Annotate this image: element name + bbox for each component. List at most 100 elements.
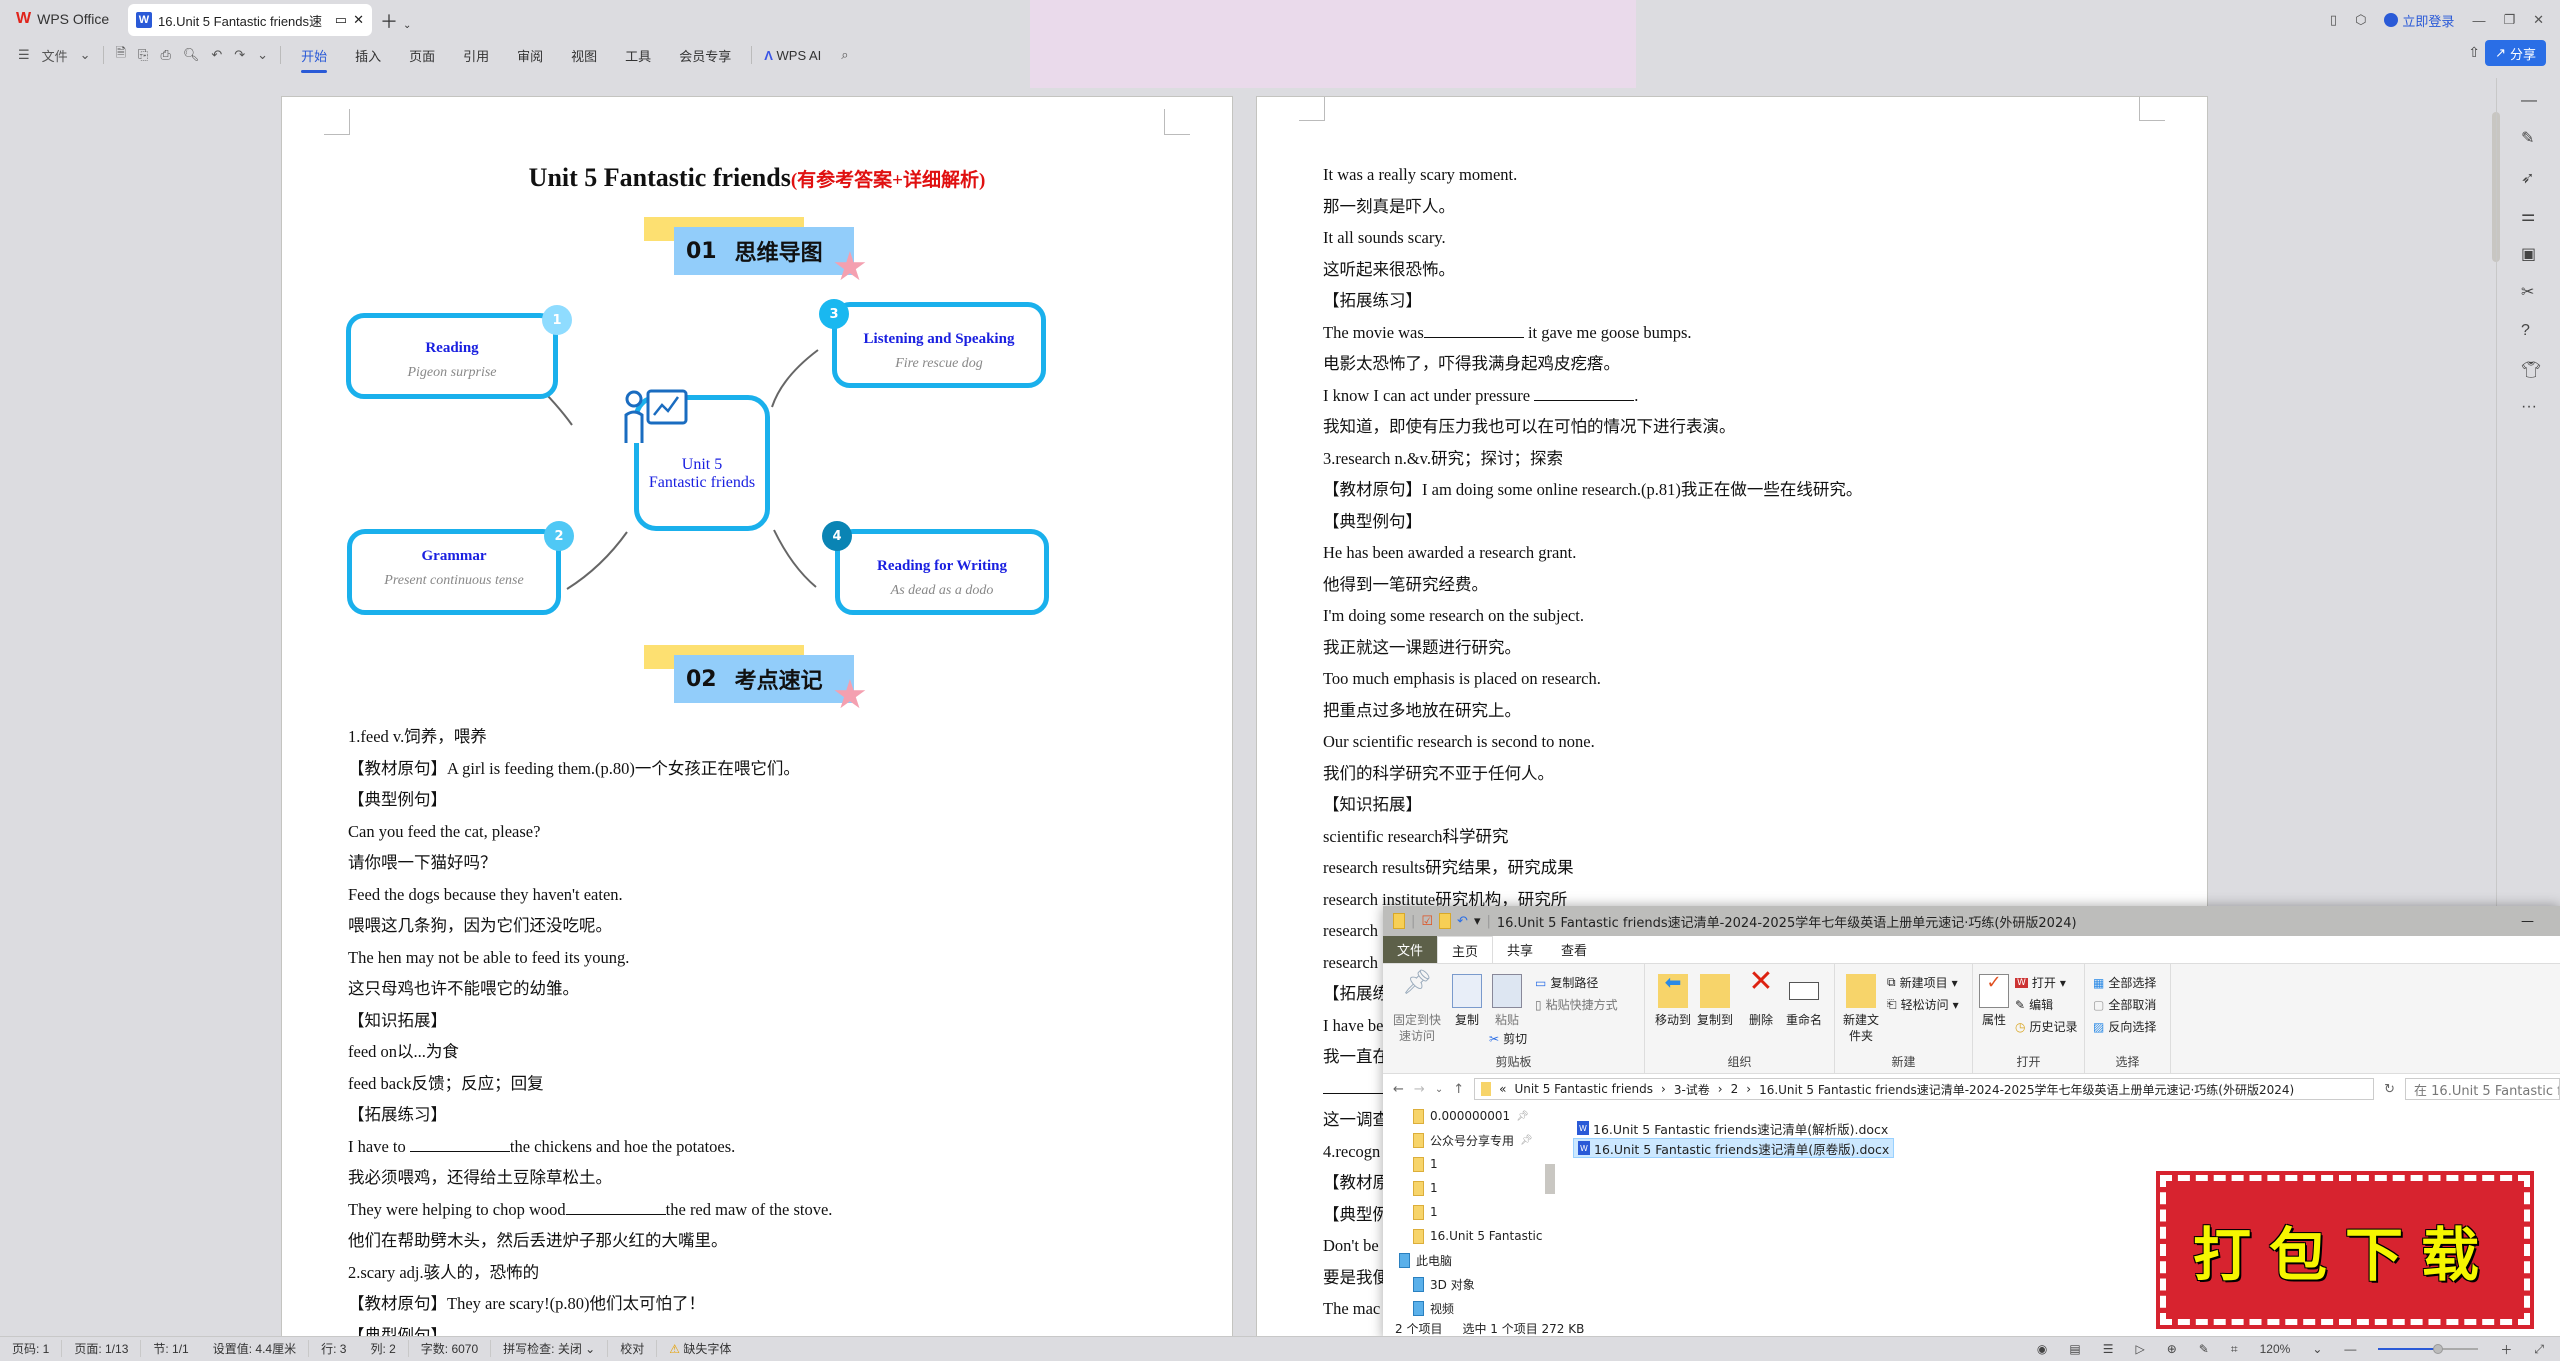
cut-button[interactable]: ✂ 剪切 [1489,1030,1527,1047]
fullscreen-icon[interactable]: ⤢ [2534,1342,2544,1357]
menu-tab-page[interactable]: 页面 [395,46,449,65]
refresh-button[interactable]: ↻ [2384,1082,2395,1097]
new-folder-quick-icon[interactable] [1439,913,1452,929]
login-button[interactable]: 立即登录 [2384,11,2454,30]
cursor-icon[interactable]: ➶ [2521,168,2534,188]
status-page-number[interactable]: 页码: 1 [0,1340,63,1357]
print-preview-icon[interactable]: 🔍︎ [177,47,206,63]
paste-button[interactable]: 粘贴 [1489,974,1525,1028]
pen-icon[interactable]: ✎ [2521,128,2534,148]
play-icon[interactable]: ▷ [2135,1342,2144,1356]
cloud-upload-icon[interactable]: ⇧ [2468,44,2480,61]
layout-icon[interactable]: ▯ [2330,12,2337,28]
pin-quick-access-button[interactable]: 📌︎ 固定到快速访问 [1389,970,1445,1044]
help-icon[interactable]: ? [2521,322,2530,340]
hamburger-icon[interactable]: ☰ [0,47,36,63]
search-input[interactable]: 在 16.Unit 5 Fantastic friends... [2405,1078,2560,1100]
status-row[interactable]: 行: 3 [309,1340,358,1357]
edit-button[interactable]: ✎ 编辑 [2015,996,2053,1013]
spell-check-toggle[interactable]: 拼写检查: 关闭 ⌄ [491,1340,609,1357]
properties-button[interactable]: ✓ 属性 [1979,974,2009,1028]
zoom-out-button[interactable]: — [2344,1342,2356,1356]
tab-home[interactable]: 主页 [1437,936,1494,963]
back-button[interactable]: ← [1393,1082,1404,1097]
menu-tab-view[interactable]: 视图 [557,46,611,65]
forward-button[interactable]: → [1414,1082,1425,1097]
properties-quick-icon[interactable]: ☑ [1421,914,1433,929]
breadcrumb-item[interactable]: Unit 5 Fantastic friends [1514,1082,1653,1096]
collapse-icon[interactable]: — [2521,92,2537,110]
copy-path-button[interactable]: ▭ 复制路径 [1535,974,1598,991]
eye-protection-icon[interactable]: ◉ [2037,1342,2047,1356]
breadcrumb-item[interactable]: 16.Unit 5 Fantastic friends速记清单-2024-202… [1759,1081,2294,1098]
nav-item[interactable]: 1 [1413,1152,1553,1176]
minimize-button[interactable]: — [2472,13,2485,28]
up-button[interactable]: ↑ [1453,1082,1464,1097]
tab-file[interactable]: 文件 [1383,936,1438,963]
search-icon[interactable]: ⌕ [835,47,854,63]
skin-icon[interactable]: 👕︎ [2521,360,2541,380]
restore-button[interactable]: ❐ [2503,12,2515,28]
nav-item[interactable]: 公众号分享专用 📌︎ [1413,1128,1553,1152]
web-view-icon[interactable]: ⊕ [2167,1342,2177,1356]
file-menu[interactable]: 文件 [36,46,74,65]
fit-page-icon[interactable]: ⌗ [2231,1342,2238,1357]
history-button[interactable]: ◷ 历史记录 [2015,1018,2078,1035]
status-word-count[interactable]: 字数: 6070 [409,1340,492,1357]
page-view-icon[interactable]: ▤ [2069,1342,2080,1356]
zoom-slider[interactable] [2378,1344,2479,1354]
image-tool-icon[interactable]: ▣ [2521,244,2536,264]
nav-item[interactable]: 3D 对象 [1413,1272,1553,1296]
pen-icon[interactable]: ✎ [2199,1342,2209,1356]
zoom-in-button[interactable]: ＋ [2500,1341,2512,1358]
nav-item[interactable]: 1 [1413,1176,1553,1200]
menu-tab-insert[interactable]: 插入 [341,46,395,65]
document-page-left[interactable]: Unit 5 Fantastic friends(有参考答案+详细解析) 01 思… [281,96,1233,1360]
move-to-button[interactable]: ⬅ 移动到 [1653,972,1693,1028]
chevron-down-icon[interactable]: ⌄ [251,47,274,63]
easy-access-button[interactable]: ⎗ 轻松访问 ▾ [1887,996,1959,1013]
delete-button[interactable]: ✕ 删除 [1743,967,1779,1028]
status-col[interactable]: 列: 2 [358,1340,409,1357]
more-icon[interactable]: ··· [2521,398,2537,416]
download-stamp-button[interactable]: 打包下载 [2156,1171,2534,1329]
proofread-button[interactable]: 校对 [608,1340,658,1357]
paste-shortcut-button[interactable]: ▯ 粘贴快捷方式 [1535,996,1618,1013]
chevron-down-icon[interactable]: ⌄ [403,20,411,31]
undo-icon[interactable]: ↶ [205,47,228,63]
tab-share[interactable]: 共享 [1493,936,1547,963]
recent-locations-button[interactable]: ⌄ [1435,1084,1443,1095]
undo-icon[interactable]: ↶ [1457,914,1468,929]
nav-scrollbar[interactable] [1545,1164,1555,1194]
zoom-slider-knob[interactable] [2433,1344,2444,1354]
menu-tab-member[interactable]: 会员专享 [665,46,745,65]
sliders-icon[interactable]: ⚌ [2521,206,2535,226]
cube-icon[interactable]: ⬡ [2355,12,2366,28]
export-icon[interactable]: ⎘ [132,47,154,63]
chevron-down-icon[interactable]: ⌄ [2312,1342,2322,1356]
breadcrumb-item[interactable]: 3-试卷 [1674,1081,1710,1098]
menu-tab-tools[interactable]: 工具 [611,46,665,65]
nav-item[interactable]: 0.000000001 📌︎ [1413,1104,1553,1128]
status-setting[interactable]: 设置值: 4.4厘米 [201,1340,310,1357]
tab-view[interactable]: 查看 [1547,936,1601,963]
close-window-button[interactable]: ✕ [2533,12,2544,28]
rename-button[interactable]: 重命名 [1783,974,1825,1028]
status-section[interactable]: 节: 1/1 [141,1340,200,1357]
redo-icon[interactable]: ↷ [228,47,251,63]
new-folder-button[interactable]: 新建文件夹 [1841,974,1881,1044]
menu-tab-references[interactable]: 引用 [449,46,503,65]
copy-button[interactable]: 复制 [1449,974,1485,1028]
select-none-button[interactable]: ▢ 全部取消 [2093,996,2156,1013]
menu-tab-review[interactable]: 审阅 [503,46,557,65]
status-pages[interactable]: 页面: 1/13 [62,1340,142,1357]
document-tab[interactable]: W 16.Unit 5 Fantastic friends速 ▭ ✕ [128,4,372,36]
tools-icon[interactable]: ✂ [2521,282,2534,302]
nav-item[interactable]: 1 [1413,1200,1553,1224]
breadcrumb-item[interactable]: 2 [1731,1082,1739,1096]
select-all-button[interactable]: ▦ 全部选择 [2093,974,2156,991]
close-tab-icon[interactable]: ✕ [353,12,364,28]
nav-item[interactable]: 此电脑 [1399,1248,1553,1272]
new-tab-button[interactable]: ＋ ⌄ [380,8,411,34]
invert-selection-button[interactable]: ▨ 反向选择 [2093,1018,2156,1035]
